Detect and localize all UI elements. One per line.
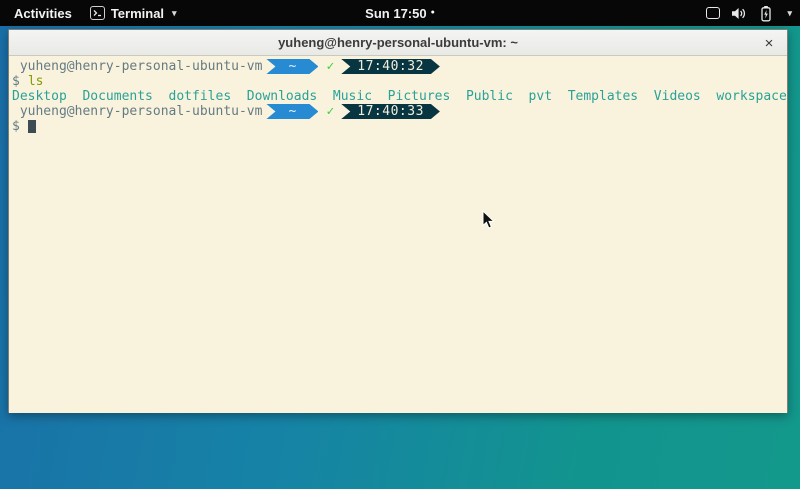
system-status-area[interactable]: ▾ [706,0,792,26]
display-icon [706,7,720,19]
notification-dot-icon: ● [431,0,435,26]
window-title: yuheng@henry-personal-ubuntu-vm: ~ [278,35,518,50]
chevron-down-icon: ▾ [787,8,792,19]
command-line: $ ls [12,74,787,89]
typed-command: ls [28,74,44,89]
chevron-down-icon: ▾ [172,8,177,19]
prompt-line: yuheng@henry-personal-ubuntu-vm ~ ✓ 17:4… [12,104,787,119]
ls-output-line: Desktop Documents dotfiles Downloads Mus… [12,89,787,104]
status-check-icon: ✓ [326,59,334,74]
clock[interactable]: Sun 17:50 [365,6,426,21]
close-icon[interactable]: × [759,33,779,53]
prompt-user-host: yuheng@henry-personal-ubuntu-vm [12,59,262,74]
prompt-path-segment: ~ [266,104,318,119]
top-bar: Activities Terminal ▾ Sun 17:50 ● [0,0,800,26]
terminal-window: yuheng@henry-personal-ubuntu-vm: ~ × yuh… [8,29,788,413]
app-menu-label: Terminal [111,6,164,21]
prompt-symbol: $ [12,119,20,134]
prompt-user-host: yuheng@henry-personal-ubuntu-vm [12,104,262,119]
terminal-cursor [28,120,36,133]
directory-list: Desktop Documents dotfiles Downloads Mus… [12,89,787,104]
activities-button[interactable]: Activities [10,6,76,21]
input-line: $ [12,119,787,134]
app-menu-terminal[interactable]: Terminal ▾ [90,6,177,21]
terminal-icon [90,6,105,20]
volume-icon [731,6,747,21]
status-check-icon: ✓ [326,104,334,119]
mouse-cursor [482,210,496,230]
prompt-path-segment: ~ [266,59,318,74]
window-titlebar[interactable]: yuheng@henry-personal-ubuntu-vm: ~ × [9,30,787,56]
prompt-time-segment: 17:40:32 [341,59,440,74]
battery-charging-icon [758,5,774,22]
prompt-time-segment: 17:40:33 [341,104,440,119]
terminal-content[interactable]: yuheng@henry-personal-ubuntu-vm ~ ✓ 17:4… [9,56,787,413]
prompt-line: yuheng@henry-personal-ubuntu-vm ~ ✓ 17:4… [12,59,787,74]
prompt-symbol: $ [12,74,20,89]
